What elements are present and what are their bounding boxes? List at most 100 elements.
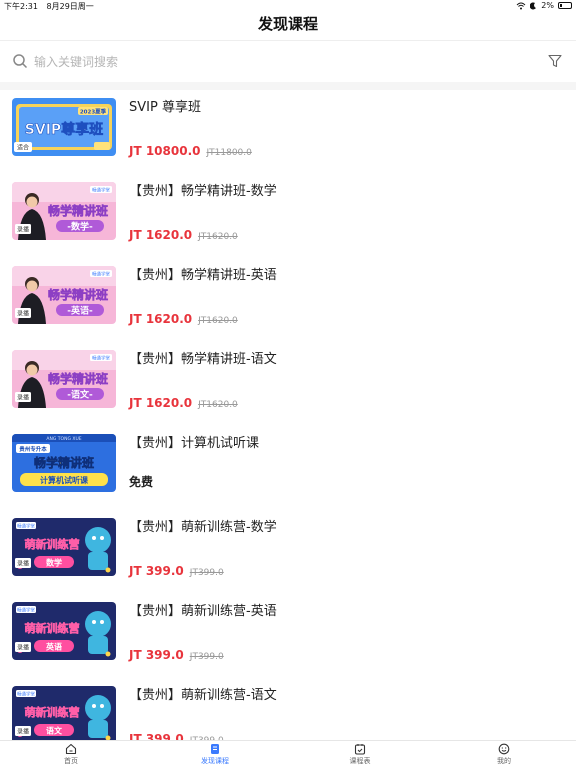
svg-text:萌新训练营: 萌新训练营 — [25, 621, 80, 635]
course-item[interactable]: SVIP尊享班 2023夏季适合 SVIP 尊享班 JT 10800.0 JT11800… — [0, 90, 576, 174]
course-price: JT 399.0 — [129, 564, 184, 578]
svg-text:计算机试听课: 计算机试听课 — [40, 475, 89, 485]
course-title: 【贵州】萌新训练营-语文 — [129, 688, 277, 703]
svg-text:畅通学堂: 畅通学堂 — [92, 355, 110, 362]
course-price: JT 1620.0 — [129, 396, 193, 410]
course-item[interactable]: 畅通学堂畅学精讲班 -语文- 录播 【贵州】畅学精讲班-语文 JT 1620.0 JT16… — [0, 342, 576, 426]
course-thumbnail: 畅通学堂萌新训练营英语 录播 — [12, 602, 116, 660]
tab-discover[interactable]: 发现课程 — [175, 743, 255, 766]
course-title: 【贵州】畅学精讲班-英语 — [129, 268, 277, 283]
course-title: 【贵州】计算机试听课 — [129, 436, 260, 451]
nav-bar: 发现课程 — [0, 14, 576, 40]
svg-text:录播: 录播 — [17, 560, 29, 568]
svg-text:畅学精讲班: 畅学精讲班 — [48, 203, 108, 218]
tab-schedule[interactable]: 课程表 — [320, 743, 400, 766]
course-list[interactable]: SVIP尊享班 2023夏季适合 SVIP 尊享班 JT 10800.0 JT11800… — [0, 90, 576, 740]
svg-text:英语: 英语 — [45, 642, 62, 652]
course-original-price: JT11800.0 — [206, 148, 252, 158]
tab-profile-label: 我的 — [497, 757, 511, 765]
course-original-price: JT1620.0 — [198, 400, 238, 410]
svg-text:-数学-: -数学- — [67, 221, 93, 233]
course-thumbnail: 畅通学堂畅学精讲班 -语文- 录播 — [12, 350, 116, 408]
tab-schedule-label: 课程表 — [349, 757, 371, 765]
svg-text:畅通学堂: 畅通学堂 — [92, 271, 110, 278]
tab-profile[interactable]: 我的 — [464, 743, 544, 766]
course-thumbnail: 畅通学堂畅学精讲班 -数学- 录播 — [12, 182, 116, 240]
svg-text:贵州专升本: 贵州专升本 — [19, 445, 47, 453]
svg-text:录播: 录播 — [17, 644, 29, 652]
course-item[interactable]: 畅通学堂畅学精讲班 -英语- 录播 【贵州】畅学精讲班-英语 JT 1620.0 JT16… — [0, 258, 576, 342]
svg-text:2023夏季: 2023夏季 — [80, 108, 107, 116]
svg-text:录播: 录播 — [17, 226, 29, 234]
svg-text:畅学精讲班: 畅学精讲班 — [48, 287, 108, 302]
svg-text:数学: 数学 — [46, 558, 62, 568]
course-thumbnail: SVIP尊享班 2023夏季适合 — [12, 98, 116, 156]
price-row: JT 399.0 JT399.0 — [129, 560, 224, 579]
svg-text:-语文-: -语文- — [67, 389, 93, 401]
battery-percent: 2% — [541, 1, 554, 10]
battery-icon — [558, 2, 572, 9]
price-row: JT 1620.0 JT1620.0 — [129, 308, 238, 327]
tab-home[interactable]: 首页 — [31, 743, 111, 766]
price-row: JT 1620.0 JT1620.0 — [129, 392, 238, 411]
course-title: 【贵州】畅学精讲班-数学 — [129, 184, 277, 199]
page-title: 发现课程 — [257, 15, 318, 33]
search-bar — [0, 40, 576, 82]
course-thumbnail: ANG TONG XUE 贵州专升本畅学精讲班计算机试听课 — [12, 434, 116, 492]
profile-icon — [498, 743, 510, 755]
svg-text:畅通学堂: 畅通学堂 — [92, 187, 110, 194]
svg-text:萌新训练营: 萌新训练营 — [25, 705, 80, 719]
search-input[interactable] — [34, 52, 514, 72]
svg-text:萌新训练营: 萌新训练营 — [25, 537, 80, 551]
svg-text:-英语-: -英语- — [67, 305, 93, 317]
svg-text:畅学精讲班: 畅学精讲班 — [48, 371, 108, 386]
tab-bar: 首页 发现课程 课程表 我的 — [0, 740, 576, 768]
calendar-icon — [354, 744, 366, 755]
status-time-date: 下午2:31 8月29日周一 — [4, 1, 94, 12]
course-item[interactable]: 畅通学堂畅学精讲班 -数学- 录播 【贵州】畅学精讲班-数学 JT 1620.0 JT16… — [0, 174, 576, 258]
status-time: 下午2:31 — [4, 2, 38, 11]
course-item[interactable]: 畅通学堂萌新训练营语文 录播 【贵州】萌新训练营-语文 JT 399.0JT399.0 — [0, 678, 576, 740]
course-price: JT 1620.0 — [129, 312, 193, 326]
course-price: JT 1620.0 — [129, 228, 193, 242]
search-icon — [13, 54, 28, 69]
course-thumbnail: 畅通学堂萌新训练营数学 录播 — [12, 518, 116, 576]
svg-text:适合: 适合 — [17, 144, 29, 152]
course-original-price: JT399.0 — [189, 652, 224, 662]
course-price: JT 399.0 — [129, 732, 184, 740]
home-icon — [65, 743, 77, 755]
svg-text:畅通学堂: 畅通学堂 — [17, 523, 35, 530]
course-title: SVIP 尊享班 — [129, 100, 201, 115]
course-original-price: JT1620.0 — [198, 232, 238, 242]
svg-text:录播: 录播 — [17, 310, 29, 318]
course-item[interactable]: ANG TONG XUE 贵州专升本畅学精讲班计算机试听课 【贵州】计算机试听课 免费 — [0, 426, 576, 510]
status-indicators: 2% — [516, 1, 572, 10]
course-thumbnail: 畅通学堂畅学精讲班 -英语- 录播 — [12, 266, 116, 324]
course-price: JT 10800.0 — [129, 144, 201, 158]
moon-icon — [530, 2, 537, 9]
svg-text:ANG TONG XUE: ANG TONG XUE — [46, 436, 81, 442]
course-title: 【贵州】畅学精讲班-语文 — [129, 352, 277, 367]
course-item[interactable]: 畅通学堂 萌新训练营 数学 录播 【贵州】萌新训练营-数学 JT 399.0 JT399.0 — [0, 510, 576, 594]
price-row: JT 399.0JT399.0 — [129, 644, 224, 663]
price-row: JT 1620.0 JT1620.0 — [129, 224, 238, 243]
svg-text:SVIP尊享班: SVIP尊享班 — [25, 121, 103, 138]
course-thumbnail: 畅通学堂萌新训练营语文 录播 — [12, 686, 116, 740]
status-date: 8月29日周一 — [46, 2, 94, 11]
svg-text:畅通学堂: 畅通学堂 — [17, 691, 35, 698]
course-original-price: JT399.0 — [189, 568, 224, 578]
svg-text:录播: 录播 — [17, 394, 29, 402]
tab-home-label: 首页 — [64, 757, 78, 765]
svg-text:语文: 语文 — [46, 726, 63, 736]
wifi-icon — [516, 2, 526, 9]
free-label: 免费 — [129, 475, 154, 489]
discover-icon — [211, 744, 219, 754]
course-item[interactable]: 畅通学堂 萌新训练营 英语 录播 【贵州】萌新训练营-英语 JT 399.0 JT399.0 — [0, 594, 576, 678]
price-row: JT 399.0JT399.0 — [129, 728, 224, 740]
svg-text:畅通学堂: 畅通学堂 — [17, 607, 35, 614]
price-row: JT 10800.0 JT11800.0 — [129, 140, 252, 159]
svg-text:畅学精讲班: 畅学精讲班 — [34, 455, 94, 470]
filter-icon[interactable] — [548, 54, 562, 68]
svg-text:录播: 录播 — [17, 728, 29, 736]
course-original-price: JT1620.0 — [198, 316, 238, 326]
